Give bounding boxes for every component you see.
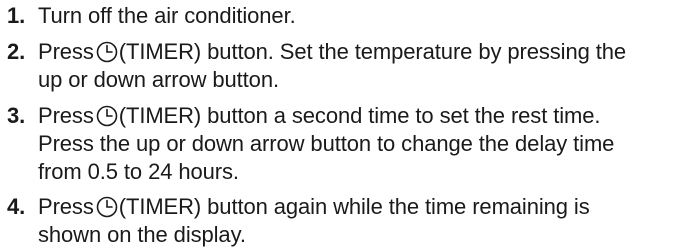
timer-clock-icon: [96, 41, 118, 63]
step-line: up or down arrow button.: [38, 67, 279, 92]
step-text: Turn off the air conditioner.: [38, 2, 698, 30]
step-text: Press (TIMER) button. Set the temperature…: [38, 38, 698, 94]
step-number: 3.: [7, 103, 26, 128]
timer-button-label: (TIMER): [118, 194, 202, 219]
step-text: Press (TIMER) button again while the time…: [38, 193, 698, 249]
step-number: 4.: [7, 194, 26, 219]
step-line-rest: button. Set the temperature by pressing …: [201, 39, 627, 64]
step-text: Press (TIMER) button a second time to set…: [38, 102, 698, 186]
timer-button-label: (TIMER): [118, 39, 202, 64]
timer-clock-icon: [96, 105, 118, 127]
press-label: Press: [38, 39, 94, 64]
step-line: Press (TIMER) button a second time to set…: [38, 102, 698, 130]
press-label: Press: [38, 103, 94, 128]
step-line-rest: button a second time to set the rest tim…: [201, 103, 601, 128]
step-number: 1.: [7, 3, 26, 28]
press-label: Press: [38, 194, 94, 219]
timer-button-label: (TIMER): [118, 103, 202, 128]
step-line-rest: button again while the time remaining is: [201, 194, 590, 219]
step-line: Press (TIMER) button. Set the temperature…: [38, 38, 698, 66]
step-line: Press the up or down arrow button to cha…: [38, 131, 615, 156]
step-line: shown on the display.: [38, 222, 246, 247]
step-line: from 0.5 to 24 hours.: [38, 159, 239, 184]
step-number: 2.: [7, 39, 26, 64]
timer-clock-icon: [96, 196, 118, 218]
instruction-list: 1. Turn off the air conditioner. 2. Pres…: [0, 0, 700, 247]
step-line: Press (TIMER) button again while the time…: [38, 193, 698, 221]
step-line: Turn off the air conditioner.: [38, 3, 296, 28]
